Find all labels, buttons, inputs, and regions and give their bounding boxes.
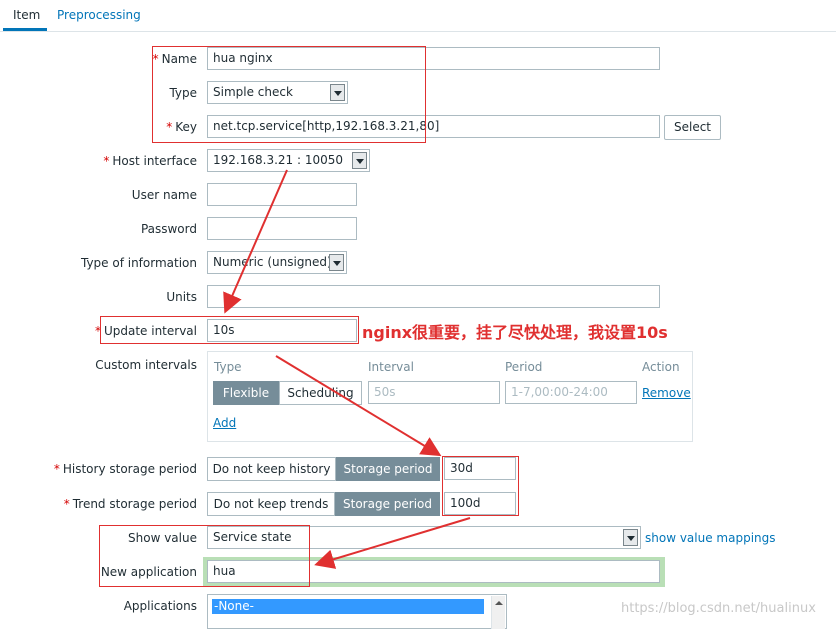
- arrow-to-new-application: [314, 517, 471, 569]
- watermark: https://blog.csdn.net/hualinux: [621, 601, 816, 616]
- annotation-arrows: [223, 169, 471, 569]
- arrow-to-history-storage: [275, 355, 442, 457]
- arrow-to-update-interval: [223, 169, 288, 314]
